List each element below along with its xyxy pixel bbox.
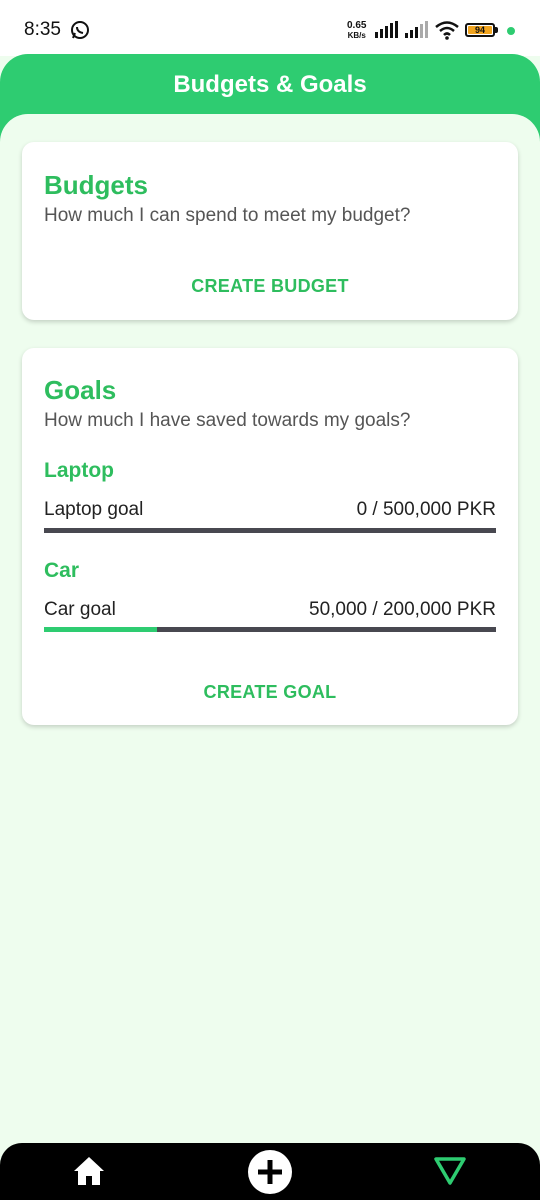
whatsapp-icon [71, 21, 89, 39]
signal-icon-2 [405, 21, 428, 38]
add-icon[interactable] [247, 1149, 293, 1195]
create-budget-button[interactable]: CREATE BUDGET [22, 276, 518, 297]
goal-name[interactable]: Car [44, 559, 79, 583]
battery-level: 94 [468, 26, 492, 35]
budgets-title: Budgets [44, 170, 148, 200]
goal-name[interactable]: Laptop [44, 459, 114, 483]
goal-progress-bar [44, 528, 496, 533]
home-icon[interactable] [72, 1155, 106, 1187]
bottom-nav [0, 1143, 540, 1200]
goal-label: Car goal [44, 599, 116, 620]
signal-icon [375, 21, 398, 38]
goal-amount: 0 / 500,000 PKR [356, 499, 496, 520]
budgets-card: Budgets How much I can spend to meet my … [22, 142, 518, 320]
status-bar: 8:35 0.65 KB/s 94 [0, 0, 540, 56]
notification-dot [507, 27, 515, 35]
goal-progress-bar [44, 627, 496, 632]
goals-card: Goals How much I have saved towards my g… [22, 348, 518, 725]
goal-progress-fill [44, 627, 157, 632]
status-time: 8:35 [24, 19, 61, 40]
goal-amount: 50,000 / 200,000 PKR [309, 599, 496, 620]
triangle-filter-icon[interactable] [433, 1155, 467, 1187]
battery-icon: 94 [465, 23, 495, 37]
network-speed: 0.65 KB/s [347, 20, 367, 41]
page-title: Budgets & Goals [173, 71, 367, 98]
wifi-icon [435, 21, 459, 40]
goals-subtitle: How much I have saved towards my goals? [44, 410, 411, 431]
goal-label: Laptop goal [44, 499, 144, 520]
goals-title: Goals [44, 375, 117, 405]
battery-tip [495, 27, 498, 33]
budgets-subtitle: How much I can spend to meet my budget? [44, 205, 411, 226]
create-goal-button[interactable]: CREATE GOAL [22, 682, 518, 703]
